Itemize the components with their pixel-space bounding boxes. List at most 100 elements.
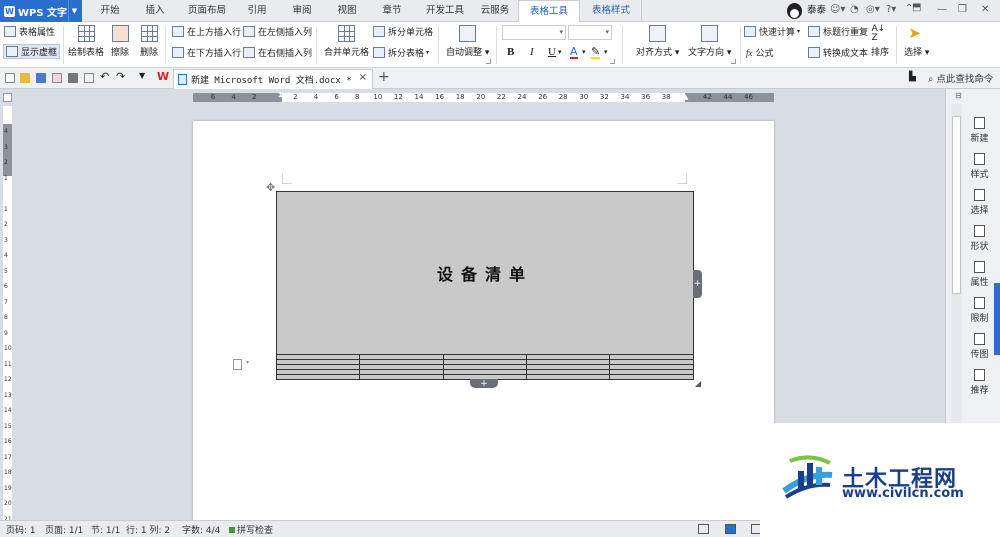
panel-item[interactable]: 新建 [963,117,996,144]
print-preview-icon[interactable] [84,73,94,83]
font-size-select[interactable]: ▾ [568,25,612,40]
insert-row-above-button[interactable]: 在上方插入行 [172,25,241,38]
tab-developer[interactable]: 开发工具 [420,0,470,22]
insert-row-below-button[interactable]: 在下方插入行 [172,46,241,59]
select-button[interactable]: ➤ 选择 ▾ [904,25,929,59]
user-name[interactable]: 泰泰 [807,0,826,22]
chevron-down-icon[interactable]: ▾ [582,48,586,56]
status-word-count[interactable]: 字数: 4/4 [182,523,220,536]
insert-col-left-button[interactable]: 在左侧插入列 [243,25,312,38]
new-file-icon[interactable] [5,73,15,83]
horizontal-ruler[interactable]: 6 4 2 2 4 6 8 10 12 14 16 18 20 22 24 26 28 30 32 34 36 38 42 4… [193,90,774,102]
close-icon[interactable]: × [359,72,367,83]
tab-insert[interactable]: 插入 [137,0,173,22]
convert-to-text-button[interactable]: 转换成文本 [808,46,868,59]
chevron-down-icon[interactable]: ▼ [68,0,80,22]
print-icon[interactable] [68,73,78,83]
indent-marker-icon[interactable]: ⧗ [278,90,284,100]
panel-item[interactable]: 推荐 [963,369,996,396]
qq-avatar-icon[interactable] [787,3,802,19]
redo-icon[interactable]: ↷ [116,70,126,83]
chevron-down-icon[interactable]: ▾ [246,359,249,366]
tab-references[interactable]: 引用 [240,0,274,22]
dialog-launcher-icon[interactable] [610,59,615,64]
table-cell[interactable] [609,374,694,380]
dialog-launcher-icon[interactable] [486,59,491,64]
highlight-icon[interactable]: ✎ [591,46,601,59]
panel-item[interactable]: 属性 [963,261,996,288]
underline-button[interactable]: U [548,46,556,58]
panel-item[interactable]: 样式 [963,153,996,180]
tab-table-tools[interactable]: 表格工具 [518,0,580,23]
right-indent-marker-icon[interactable]: ▲ [683,93,688,101]
spell-check-toggle[interactable]: 拼写检查 [229,523,273,536]
chevron-down-icon[interactable]: ▾ [558,48,562,56]
open-folder-icon[interactable] [20,73,30,83]
skin-icon[interactable]: ☺▾ [830,4,845,15]
window-mode-icon[interactable]: ⬒ [912,2,921,13]
document-page[interactable]: ✥ 设备清单 + + ▾ [193,121,774,521]
fullscreen-icon[interactable] [698,524,709,534]
tab-review[interactable]: 审阅 [284,0,320,22]
split-table-button[interactable]: 拆分表格 ▾ [373,46,429,59]
table-cell[interactable] [359,374,444,380]
tab-page-layout[interactable]: 页面布局 [180,0,234,22]
font-color-button[interactable]: A [570,46,578,59]
dialog-launcher-icon[interactable] [731,59,736,64]
font-name-select[interactable]: ▾ [502,25,566,40]
show-gridlines-button[interactable]: 显示虚框 [3,44,61,59]
chevron-down-icon[interactable]: ▾ [604,48,608,56]
table-cell[interactable] [526,374,611,380]
merge-cells-button[interactable]: 合并单元格 [324,25,369,58]
panel-toggle-icon[interactable]: ⊟ [955,91,962,100]
paragraph-layout-icon[interactable] [233,359,242,370]
panel-collapse-tab[interactable] [994,283,1000,355]
erase-button[interactable]: 擦除 [111,25,129,58]
insert-col-right-button[interactable]: 在右侧插入列 [243,46,312,59]
scrollbar-thumb[interactable] [952,116,961,294]
share-icon[interactable]: ◔ [850,4,859,15]
text-direction-button[interactable]: 文字方向 ▾ [688,25,731,58]
page-view-icon[interactable] [725,524,736,534]
autofit-button[interactable]: 自动调整 ▾ [446,25,489,58]
wps-w-icon[interactable]: W [157,70,169,83]
repeat-header-button[interactable]: 标题行重复 [808,25,868,38]
tab-chapter[interactable]: 章节 [374,0,410,22]
tab-view[interactable]: 视图 [329,0,365,22]
quick-calc-button[interactable]: 快速计算 ▾ [744,25,800,38]
add-tab-icon[interactable]: + [378,69,390,85]
table-resize-handle[interactable] [695,381,701,387]
bold-button[interactable]: B [507,46,514,58]
align-button[interactable]: 对齐方式 ▾ [636,25,679,58]
draw-table-button[interactable]: 绘制表格 [68,25,104,58]
table-cell[interactable] [275,374,361,380]
table-move-handle-icon[interactable]: ✥ [266,181,275,194]
split-cells-button[interactable]: 拆分单元格 [373,25,433,38]
add-row-button[interactable]: + [470,379,498,389]
add-column-button[interactable]: + [693,270,702,298]
toolbar-options-icon[interactable]: ▙ [909,72,919,82]
close-icon[interactable]: ✕ [981,4,989,15]
save-icon[interactable] [36,73,46,83]
command-search[interactable]: ⌕ 点此查找命令 [928,71,993,85]
undo-icon[interactable]: ↶ [100,70,110,83]
sort-button[interactable]: A↓ Z 排序 [871,25,889,59]
tab-cloud[interactable]: 云服务 [474,0,516,22]
app-menu-button[interactable]: W WPS 文字 ▼ [0,0,82,22]
vertical-ruler[interactable]: 4 3 2 1 1 2 3 4 5 6 7 8 9 10 11 12 13 14 15 16 17 18 19 20 21 [3,106,12,523]
chevron-down-icon[interactable]: ▼ [139,71,149,81]
table-props-button[interactable]: 表格属性 [4,25,55,38]
panel-item[interactable]: 选择 [963,189,996,216]
tab-table-style[interactable]: 表格样式 [582,0,640,22]
table-title-cell[interactable]: 设备清单 [276,190,694,356]
ruler-corner[interactable] [3,93,12,102]
restore-icon[interactable]: ❐ [958,4,967,15]
help-icon[interactable]: ?▾ [886,4,896,15]
minimize-icon[interactable]: — [937,4,947,15]
panel-item[interactable]: 形状 [963,225,996,252]
cloud-icon[interactable]: ◎▾ [866,4,880,15]
italic-button[interactable]: I [530,46,534,58]
export-pdf-icon[interactable] [52,73,62,83]
equipment-table[interactable]: 设备清单 [275,190,694,380]
document-tab[interactable]: 新建 Microsoft Word 文档.docx * × [173,69,373,89]
